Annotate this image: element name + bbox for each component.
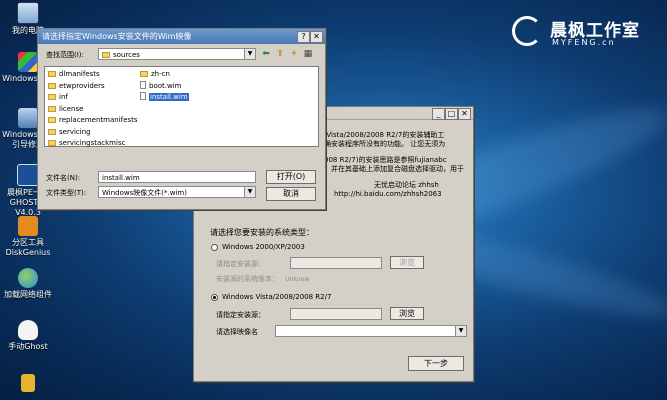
dialog-title: 请选择指定Windows安装文件的Wim映像 — [42, 32, 192, 41]
network-globe-icon — [18, 268, 38, 288]
folder-icon — [102, 52, 110, 58]
vista-browse-button[interactable]: 浏览 — [390, 307, 424, 320]
vista-source-input[interactable] — [290, 308, 382, 320]
maximize-button[interactable]: □ — [445, 108, 458, 120]
folder-icon — [48, 82, 56, 89]
next-button[interactable]: 下一步 — [408, 356, 464, 371]
desktop-icon-key[interactable] — [0, 374, 56, 394]
filetype-value: Windows映像文件(*.wim) — [102, 189, 187, 197]
minimize-button[interactable]: _ — [432, 108, 445, 120]
file-icon — [140, 80, 146, 89]
folder-icon — [48, 94, 56, 100]
key-icon — [21, 374, 35, 392]
vista-source-label: 请指定安装源： — [216, 311, 265, 319]
ghost-icon — [17, 164, 39, 186]
info-line — [324, 148, 469, 156]
desktop-icon-manual-ghost[interactable]: 手动Ghost — [0, 320, 56, 352]
info-text: /Vista/2008/2008 R2/7的安装辅助工 确安装程序所没有的功能。… — [324, 131, 469, 199]
info-line: /Vista/2008/2008 R2/7的安装辅助工 — [324, 131, 445, 139]
logo-ring-icon — [512, 16, 542, 46]
computer-icon — [17, 2, 39, 24]
desktop-icon-diskgenius[interactable]: 分区工具 DiskGenius — [0, 216, 56, 258]
list-item[interactable]: etwproviders — [48, 81, 137, 93]
file-list-column-2: zh-cn boot.wim install.wim — [140, 69, 189, 104]
xp-version-label-text: 安装源的系统版本： — [216, 275, 279, 283]
chevron-down-icon: ▼ — [244, 49, 255, 59]
desktop-icon-label: 分区工具 DiskGenius — [5, 238, 51, 257]
xp-version-value: Unknow — [285, 276, 310, 283]
back-icon[interactable]: ⬅ — [260, 48, 272, 60]
folder-icon — [48, 105, 56, 112]
xp-version-label: 安装源的系统版本： Unknow — [216, 274, 309, 284]
lookin-select[interactable]: sources ▼ — [98, 48, 256, 60]
cancel-button[interactable]: 取消 — [266, 187, 316, 201]
ghost-figure-icon — [18, 320, 38, 340]
list-item[interactable]: boot.wim — [140, 80, 189, 93]
list-item[interactable]: inf — [48, 92, 137, 104]
chevron-down-icon: ▼ — [455, 326, 466, 336]
list-item[interactable]: license — [48, 104, 137, 116]
image-name-select[interactable]: ▼ — [275, 325, 467, 337]
xp-browse-button[interactable]: 浏览 — [390, 256, 424, 269]
info-line: 确安装程序所没有的功能。 让您无须为 — [324, 139, 446, 148]
boot-repair-icon — [18, 108, 38, 128]
file-icon — [140, 92, 146, 100]
list-item[interactable]: zh-cn — [140, 69, 189, 81]
dialog-titlebar: 请选择指定Windows安装文件的Wim映像 ? ✕ — [38, 29, 325, 44]
radio-windows-vista[interactable] — [211, 294, 218, 301]
close-button[interactable]: ✕ — [310, 31, 323, 43]
xp-source-label: 请指定安装源： — [216, 260, 265, 268]
filetype-label: 文件类型(T): — [46, 189, 87, 197]
folder-icon — [48, 117, 56, 123]
filetype-select[interactable]: Windows映像文件(*.wim) ▼ — [98, 186, 256, 198]
new-folder-icon[interactable]: ✦ — [288, 48, 300, 60]
desktop-icon-label: 加载网络组件 — [4, 290, 52, 299]
help-button[interactable]: ? — [297, 31, 310, 43]
folder-icon — [48, 128, 56, 135]
open-button[interactable]: 打开(O) — [266, 170, 316, 184]
desktop-icon-network[interactable]: 加载网络组件 — [0, 268, 56, 300]
info-line: 008 R2/7)的安装思路是参照fujianabc — [324, 156, 447, 165]
radio-windows-vista-label: Windows Vista/2008/2008 R2/7 — [222, 293, 332, 301]
system-type-prompt: 请选择您要安装的系统类型： — [210, 228, 314, 237]
desktop-icon-label: 手动Ghost — [8, 342, 48, 351]
windows-install-icon — [18, 52, 38, 72]
folder-icon — [140, 71, 148, 77]
file-list-column-1: dlmanifests etwproviders inf license rep… — [48, 69, 137, 150]
radio-windows-xp[interactable] — [211, 244, 218, 251]
info-line: http://hi.baidu.com/zhhsh2063 — [334, 189, 442, 198]
folder-icon — [48, 140, 56, 146]
radio-windows-xp-label: Windows 2000/XP/2003 — [222, 243, 305, 251]
info-line: 无忧启动论坛 zhhsh — [374, 181, 439, 190]
dialog-toolbar: ⬅ ⬆ ✦ ▦ — [260, 48, 320, 60]
file-list[interactable]: dlmanifests etwproviders inf license rep… — [44, 66, 319, 147]
diskgenius-icon — [18, 216, 38, 236]
info-line: ，并在其基础上添加复合磁盘选择驱动，用于 — [324, 164, 464, 173]
list-item-selected[interactable]: install.wim — [140, 92, 189, 104]
up-folder-icon[interactable]: ⬆ — [274, 48, 286, 60]
file-open-dialog: 请选择指定Windows安装文件的Wim映像 ? ✕ 查找范围(I): sour… — [37, 28, 326, 210]
filename-label: 文件名(N): — [46, 174, 81, 182]
close-button[interactable]: ✕ — [458, 108, 471, 120]
xp-source-input[interactable] — [290, 257, 382, 269]
list-item[interactable]: replacementmanifests — [48, 115, 137, 127]
lookin-label: 查找范围(I): — [46, 51, 84, 59]
list-item[interactable]: servicingstackmisc — [48, 138, 137, 150]
folder-icon — [48, 71, 56, 77]
image-name-label: 请选择映像名 — [216, 328, 258, 336]
list-item[interactable]: dlmanifests — [48, 69, 137, 81]
chevron-down-icon: ▼ — [244, 187, 255, 197]
filename-input[interactable]: install.wim — [98, 171, 256, 183]
list-item[interactable]: servicing — [48, 127, 137, 139]
logo-sub-text: MYFENG.cn — [552, 38, 616, 47]
lookin-value: sources — [113, 51, 140, 59]
view-menu-icon[interactable]: ▦ — [302, 48, 314, 60]
